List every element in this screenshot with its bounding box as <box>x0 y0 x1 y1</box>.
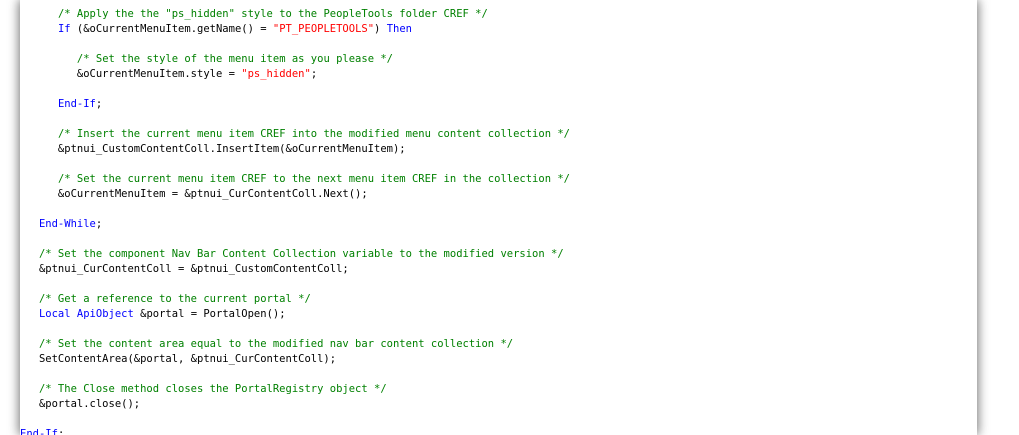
code-string: "ps_hidden" <box>241 68 311 80</box>
code-keyword: End-If <box>57 98 96 110</box>
code-text: ; <box>310 68 318 80</box>
code-line: SetContentArea(&portal, &ptnui_CurConten… <box>20 352 977 367</box>
code-string: "PT_PEOPLETOOLS" <box>272 23 375 35</box>
code-line: End-If; <box>20 427 977 435</box>
code-line: End-While; <box>20 217 977 232</box>
code-line: &portal.close(); <box>20 397 977 412</box>
code-text: (&oCurrentMenuItem.getName() = <box>70 23 273 35</box>
code-line: /* Set the component Nav Bar Content Col… <box>20 247 977 262</box>
code-comment: /* Insert the current menu item CREF int… <box>57 128 570 140</box>
code-text: &portal = PortalOpen(); <box>133 308 286 320</box>
code-line: /* The Close method closes the PortalReg… <box>20 382 977 397</box>
code-comment: /* Get a reference to the current portal… <box>38 293 311 305</box>
code-text: &ptnui_CurContentColl = &ptnui_CustomCon… <box>20 263 349 275</box>
code-line: If (&oCurrentMenuItem.getName() = "PT_PE… <box>20 22 977 37</box>
code-text: ) <box>374 23 387 35</box>
code-line: &oCurrentMenuItem = &ptnui_CurContentCol… <box>20 187 977 202</box>
code-comment: /* Set the style of the menu item as you… <box>76 53 393 65</box>
code-line: Local ApiObject &portal = PortalOpen(); <box>20 307 977 322</box>
code-keyword: Then <box>386 23 412 35</box>
code-line: /* Set the content area equal to the mod… <box>20 337 977 352</box>
code-comment: /* Set the component Nav Bar Content Col… <box>38 248 564 260</box>
code-line: /* Set the current menu item CREF to the… <box>20 172 977 187</box>
code-text: &ptnui_CustomContentColl.InsertItem(&oCu… <box>20 143 406 155</box>
code-text: ; <box>95 218 103 230</box>
code-text: ; <box>95 98 103 110</box>
code-panel: /* Apply the the "ps_hidden" style to th… <box>20 0 977 435</box>
code-comment: /* Set the content area equal to the mod… <box>38 338 514 350</box>
code-line: &oCurrentMenuItem.style = "ps_hidden"; <box>20 67 977 82</box>
code-block: /* Apply the the "ps_hidden" style to th… <box>20 7 977 435</box>
code-line: /* Apply the the "ps_hidden" style to th… <box>20 7 977 22</box>
code-keyword: End-While <box>38 218 96 230</box>
code-line: /* Set the style of the menu item as you… <box>20 52 977 67</box>
code-line: &ptnui_CurContentColl = &ptnui_CustomCon… <box>20 262 977 277</box>
code-text: ; <box>57 428 65 435</box>
code-line: End-If; <box>20 97 977 112</box>
code-keyword: ApiObject <box>76 308 134 320</box>
code-keyword: Local <box>38 308 71 320</box>
code-text: SetContentArea(&portal, &ptnui_CurConten… <box>20 353 337 365</box>
code-line: /* Get a reference to the current portal… <box>20 292 977 307</box>
code-comment: /* Set the current menu item CREF to the… <box>57 173 570 185</box>
code-text: &oCurrentMenuItem = &ptnui_CurContentCol… <box>20 188 368 200</box>
code-keyword: If <box>57 23 71 35</box>
code-keyword: End-If <box>20 428 58 435</box>
code-text: &oCurrentMenuItem.style = <box>20 68 242 80</box>
code-comment: /* The Close method closes the PortalReg… <box>38 383 387 395</box>
code-line: &ptnui_CustomContentColl.InsertItem(&oCu… <box>20 142 977 157</box>
code-comment: /* Apply the the "ps_hidden" style to th… <box>57 8 488 20</box>
code-line: /* Insert the current menu item CREF int… <box>20 127 977 142</box>
code-text: &portal.close(); <box>20 398 141 410</box>
